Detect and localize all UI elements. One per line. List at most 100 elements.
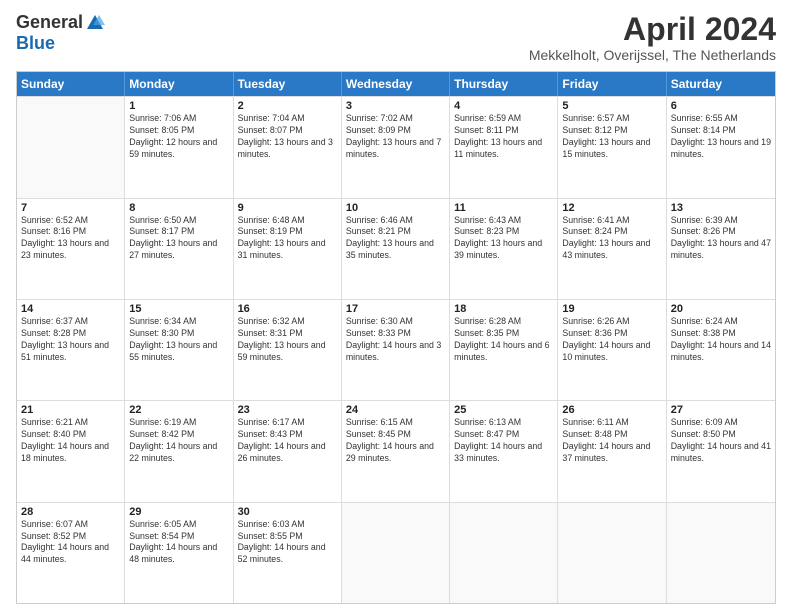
cell-info: Sunrise: 6:26 AM Sunset: 8:36 PM Dayligh… — [562, 316, 661, 364]
day-number: 10 — [346, 202, 445, 214]
day-number: 15 — [129, 303, 228, 315]
page: General Blue April 2024 Mekkelholt, Over… — [0, 0, 792, 612]
cell-info: Sunrise: 6:24 AM Sunset: 8:38 PM Dayligh… — [671, 316, 771, 364]
calendar: Sunday Monday Tuesday Wednesday Thursday… — [16, 71, 776, 604]
header-sunday: Sunday — [17, 72, 125, 96]
cal-cell-3-3: 24Sunrise: 6:15 AM Sunset: 8:45 PM Dayli… — [342, 401, 450, 501]
cal-cell-1-0: 7Sunrise: 6:52 AM Sunset: 8:16 PM Daylig… — [17, 199, 125, 299]
day-number: 27 — [671, 404, 771, 416]
calendar-header: Sunday Monday Tuesday Wednesday Thursday… — [17, 72, 775, 96]
cal-cell-1-4: 11Sunrise: 6:43 AM Sunset: 8:23 PM Dayli… — [450, 199, 558, 299]
cell-info: Sunrise: 6:46 AM Sunset: 8:21 PM Dayligh… — [346, 215, 445, 263]
cal-cell-3-0: 21Sunrise: 6:21 AM Sunset: 8:40 PM Dayli… — [17, 401, 125, 501]
day-number: 19 — [562, 303, 661, 315]
cal-cell-3-5: 26Sunrise: 6:11 AM Sunset: 8:48 PM Dayli… — [558, 401, 666, 501]
cell-info: Sunrise: 6:30 AM Sunset: 8:33 PM Dayligh… — [346, 316, 445, 364]
cell-info: Sunrise: 7:06 AM Sunset: 8:05 PM Dayligh… — [129, 113, 228, 161]
day-number: 7 — [21, 202, 120, 214]
cal-cell-0-3: 3Sunrise: 7:02 AM Sunset: 8:09 PM Daylig… — [342, 97, 450, 197]
week-row-3: 14Sunrise: 6:37 AM Sunset: 8:28 PM Dayli… — [17, 299, 775, 400]
cell-info: Sunrise: 6:32 AM Sunset: 8:31 PM Dayligh… — [238, 316, 337, 364]
cell-info: Sunrise: 6:11 AM Sunset: 8:48 PM Dayligh… — [562, 417, 661, 465]
day-number: 3 — [346, 100, 445, 112]
day-number: 23 — [238, 404, 337, 416]
cal-cell-3-6: 27Sunrise: 6:09 AM Sunset: 8:50 PM Dayli… — [667, 401, 775, 501]
cell-info: Sunrise: 6:28 AM Sunset: 8:35 PM Dayligh… — [454, 316, 553, 364]
cal-cell-3-4: 25Sunrise: 6:13 AM Sunset: 8:47 PM Dayli… — [450, 401, 558, 501]
cal-cell-4-6 — [667, 503, 775, 603]
title-section: April 2024 Mekkelholt, Overijssel, The N… — [529, 12, 776, 63]
cell-info: Sunrise: 6:34 AM Sunset: 8:30 PM Dayligh… — [129, 316, 228, 364]
cell-info: Sunrise: 6:48 AM Sunset: 8:19 PM Dayligh… — [238, 215, 337, 263]
header-monday: Monday — [125, 72, 233, 96]
cell-info: Sunrise: 6:17 AM Sunset: 8:43 PM Dayligh… — [238, 417, 337, 465]
cell-info: Sunrise: 7:04 AM Sunset: 8:07 PM Dayligh… — [238, 113, 337, 161]
cell-info: Sunrise: 6:37 AM Sunset: 8:28 PM Dayligh… — [21, 316, 120, 364]
cal-cell-4-2: 30Sunrise: 6:03 AM Sunset: 8:55 PM Dayli… — [234, 503, 342, 603]
header-friday: Friday — [558, 72, 666, 96]
day-number: 9 — [238, 202, 337, 214]
cal-cell-1-3: 10Sunrise: 6:46 AM Sunset: 8:21 PM Dayli… — [342, 199, 450, 299]
calendar-body: 1Sunrise: 7:06 AM Sunset: 8:05 PM Daylig… — [17, 96, 775, 603]
cal-cell-0-0 — [17, 97, 125, 197]
day-number: 8 — [129, 202, 228, 214]
cell-info: Sunrise: 6:21 AM Sunset: 8:40 PM Dayligh… — [21, 417, 120, 465]
cal-cell-4-4 — [450, 503, 558, 603]
cell-info: Sunrise: 6:59 AM Sunset: 8:11 PM Dayligh… — [454, 113, 553, 161]
month-title: April 2024 — [529, 12, 776, 47]
cell-info: Sunrise: 6:52 AM Sunset: 8:16 PM Dayligh… — [21, 215, 120, 263]
cal-cell-4-5 — [558, 503, 666, 603]
day-number: 13 — [671, 202, 771, 214]
cal-cell-3-1: 22Sunrise: 6:19 AM Sunset: 8:42 PM Dayli… — [125, 401, 233, 501]
cell-info: Sunrise: 6:15 AM Sunset: 8:45 PM Dayligh… — [346, 417, 445, 465]
cell-info: Sunrise: 6:09 AM Sunset: 8:50 PM Dayligh… — [671, 417, 771, 465]
cell-info: Sunrise: 6:57 AM Sunset: 8:12 PM Dayligh… — [562, 113, 661, 161]
day-number: 6 — [671, 100, 771, 112]
day-number: 20 — [671, 303, 771, 315]
day-number: 28 — [21, 506, 120, 518]
cell-info: Sunrise: 6:07 AM Sunset: 8:52 PM Dayligh… — [21, 519, 120, 567]
cell-info: Sunrise: 6:55 AM Sunset: 8:14 PM Dayligh… — [671, 113, 771, 161]
cal-cell-2-5: 19Sunrise: 6:26 AM Sunset: 8:36 PM Dayli… — [558, 300, 666, 400]
day-number: 26 — [562, 404, 661, 416]
location: Mekkelholt, Overijssel, The Netherlands — [529, 47, 776, 63]
week-row-1: 1Sunrise: 7:06 AM Sunset: 8:05 PM Daylig… — [17, 96, 775, 197]
cal-cell-0-2: 2Sunrise: 7:04 AM Sunset: 8:07 PM Daylig… — [234, 97, 342, 197]
cal-cell-2-3: 17Sunrise: 6:30 AM Sunset: 8:33 PM Dayli… — [342, 300, 450, 400]
cal-cell-2-1: 15Sunrise: 6:34 AM Sunset: 8:30 PM Dayli… — [125, 300, 233, 400]
cal-cell-0-5: 5Sunrise: 6:57 AM Sunset: 8:12 PM Daylig… — [558, 97, 666, 197]
header-wednesday: Wednesday — [342, 72, 450, 96]
cal-cell-1-6: 13Sunrise: 6:39 AM Sunset: 8:26 PM Dayli… — [667, 199, 775, 299]
cell-info: Sunrise: 6:05 AM Sunset: 8:54 PM Dayligh… — [129, 519, 228, 567]
cal-cell-4-3 — [342, 503, 450, 603]
week-row-5: 28Sunrise: 6:07 AM Sunset: 8:52 PM Dayli… — [17, 502, 775, 603]
cell-info: Sunrise: 6:41 AM Sunset: 8:24 PM Dayligh… — [562, 215, 661, 263]
day-number: 25 — [454, 404, 553, 416]
logo-blue-text: Blue — [16, 33, 55, 54]
cell-info: Sunrise: 6:13 AM Sunset: 8:47 PM Dayligh… — [454, 417, 553, 465]
day-number: 11 — [454, 202, 553, 214]
day-number: 24 — [346, 404, 445, 416]
cal-cell-1-2: 9Sunrise: 6:48 AM Sunset: 8:19 PM Daylig… — [234, 199, 342, 299]
logo-general-text: General — [16, 12, 83, 33]
cell-info: Sunrise: 6:19 AM Sunset: 8:42 PM Dayligh… — [129, 417, 228, 465]
day-number: 1 — [129, 100, 228, 112]
cal-cell-3-2: 23Sunrise: 6:17 AM Sunset: 8:43 PM Dayli… — [234, 401, 342, 501]
cal-cell-1-5: 12Sunrise: 6:41 AM Sunset: 8:24 PM Dayli… — [558, 199, 666, 299]
day-number: 30 — [238, 506, 337, 518]
cell-info: Sunrise: 6:39 AM Sunset: 8:26 PM Dayligh… — [671, 215, 771, 263]
cal-cell-0-4: 4Sunrise: 6:59 AM Sunset: 8:11 PM Daylig… — [450, 97, 558, 197]
week-row-4: 21Sunrise: 6:21 AM Sunset: 8:40 PM Dayli… — [17, 400, 775, 501]
day-number: 14 — [21, 303, 120, 315]
cal-cell-2-0: 14Sunrise: 6:37 AM Sunset: 8:28 PM Dayli… — [17, 300, 125, 400]
cal-cell-1-1: 8Sunrise: 6:50 AM Sunset: 8:17 PM Daylig… — [125, 199, 233, 299]
header-saturday: Saturday — [667, 72, 775, 96]
cal-cell-2-4: 18Sunrise: 6:28 AM Sunset: 8:35 PM Dayli… — [450, 300, 558, 400]
cell-info: Sunrise: 6:50 AM Sunset: 8:17 PM Dayligh… — [129, 215, 228, 263]
cal-cell-4-1: 29Sunrise: 6:05 AM Sunset: 8:54 PM Dayli… — [125, 503, 233, 603]
cal-cell-4-0: 28Sunrise: 6:07 AM Sunset: 8:52 PM Dayli… — [17, 503, 125, 603]
day-number: 12 — [562, 202, 661, 214]
day-number: 18 — [454, 303, 553, 315]
cell-info: Sunrise: 7:02 AM Sunset: 8:09 PM Dayligh… — [346, 113, 445, 161]
header: General Blue April 2024 Mekkelholt, Over… — [16, 12, 776, 63]
